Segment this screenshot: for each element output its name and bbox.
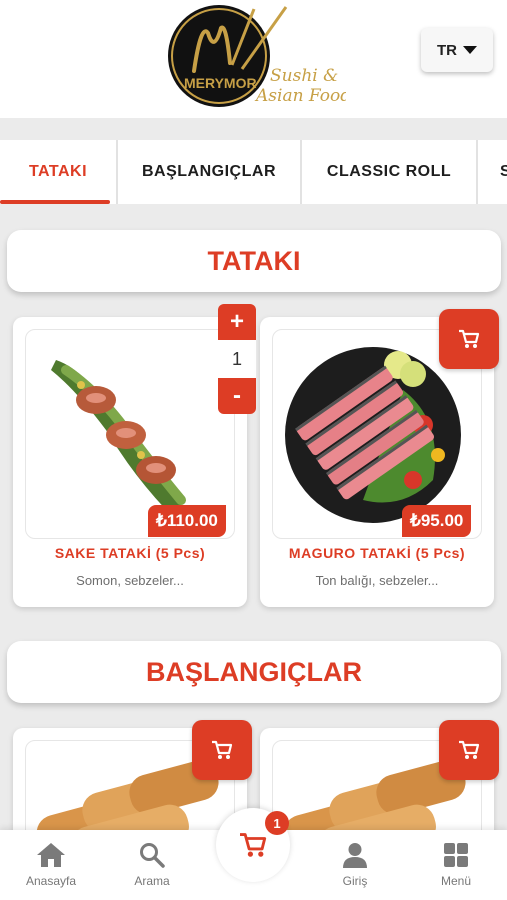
- decrease-button[interactable]: -: [218, 378, 256, 414]
- add-to-cart-button[interactable]: [439, 309, 499, 369]
- language-selector[interactable]: TR: [421, 28, 493, 72]
- add-to-cart-button[interactable]: [439, 720, 499, 780]
- nav-item-search[interactable]: Arama: [112, 842, 192, 888]
- product-name[interactable]: MAGURO TATAKİ (5 Pcs): [260, 545, 494, 561]
- tab-baslangiclar[interactable]: BAŞLANGIÇLAR: [118, 140, 302, 204]
- nav-label: Arama: [134, 874, 170, 888]
- cart-icon: [212, 740, 233, 759]
- nav-item-menu[interactable]: Menü: [416, 842, 496, 888]
- svg-text:Sushi &: Sushi &: [270, 66, 338, 86]
- language-label: TR: [437, 41, 457, 59]
- tab-classic-roll[interactable]: CLASSIC ROLL: [302, 140, 478, 204]
- nav-label: Anasayfa: [25, 874, 77, 888]
- tab-tataki[interactable]: TATAKI: [0, 140, 118, 204]
- section-title-tataki: TATAKI: [7, 230, 501, 292]
- tab-label: CLASSIC ROLL: [326, 163, 452, 180]
- product-description: Somon, sebzeler...: [76, 573, 184, 588]
- search-icon: [140, 843, 165, 868]
- cart-count-badge: 1: [265, 811, 289, 835]
- price-tag: ₺110.00: [148, 505, 226, 537]
- nav-item-login[interactable]: Giriş: [315, 842, 395, 888]
- category-tabs: TATAKI BAŞLANGIÇLAR CLASSIC ROLL S: [0, 140, 507, 204]
- product-name[interactable]: SAKE TATAKİ (5 Pcs): [13, 545, 247, 561]
- home-icon: [37, 843, 65, 867]
- price-tag: ₺95.00: [402, 505, 472, 537]
- caret-down-icon: [463, 46, 477, 54]
- product-description: Ton balığı, sebzeler...: [315, 573, 439, 588]
- tab-label: BAŞLANGIÇLAR: [142, 163, 276, 180]
- user-icon: [343, 843, 367, 868]
- nav-item-home[interactable]: Anasayfa: [11, 842, 91, 888]
- cart-icon: [459, 740, 480, 759]
- brand-logo[interactable]: MERYMOR Sushi & Asian Food: [166, 3, 351, 113]
- quantity-stepper: + 1 -: [218, 304, 256, 414]
- nav-label: Giriş: [342, 874, 368, 888]
- svg-text:Asian Food: Asian Food: [254, 86, 346, 106]
- add-to-cart-button[interactable]: [192, 720, 252, 780]
- cart-icon: [459, 329, 480, 348]
- nav-label: Menü: [440, 874, 472, 888]
- tab-label: S: [500, 163, 507, 180]
- increase-button[interactable]: +: [218, 304, 256, 340]
- tab-next[interactable]: S: [478, 140, 507, 204]
- tab-label: TATAKI: [28, 163, 88, 180]
- svg-text:MERYMOR: MERYMOR: [184, 75, 257, 91]
- product-card-sake-tataki[interactable]: ₺110.00 SAKE TATAKİ (5 Pcs) Somon, sebze…: [13, 317, 247, 607]
- section-title-baslangiclar: BAŞLANGIÇLAR: [7, 641, 501, 703]
- cart-icon: [240, 833, 267, 857]
- quantity-value: 1: [218, 340, 256, 378]
- header: MERYMOR Sushi & Asian Food TR: [0, 0, 507, 118]
- grid-icon: [444, 843, 468, 867]
